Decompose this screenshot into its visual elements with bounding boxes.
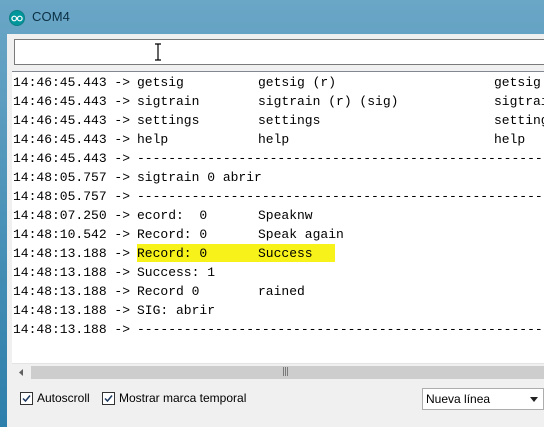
serial-output[interactable]: 14:46:45.443 -> getsig getsig (r) getsig 14:… — [12, 71, 544, 380]
scroll-left-icon[interactable] — [16, 367, 27, 378]
log-timestamp: 14:48:05.757 -> — [13, 170, 131, 185]
line-ending-select[interactable]: Nueva línea — [422, 388, 544, 410]
scrollbar-thumb[interactable]: ||| — [31, 366, 544, 379]
log-text: help — [137, 132, 169, 147]
log-text: settings — [258, 113, 321, 128]
log-text: Record 0 — [137, 284, 200, 299]
log-text: Speaknw — [258, 208, 313, 223]
log-timestamp: 14:48:10.542 -> — [13, 227, 131, 242]
timestamp-checkbox[interactable] — [102, 392, 115, 405]
text-cursor-icon — [155, 43, 161, 61]
log-timestamp: 14:48:13.188 -> — [13, 303, 131, 318]
serial-monitor-window: COM4 14:46:45.443 -> getsig getsig (r) gets… — [0, 0, 544, 427]
title-bar[interactable]: COM4 — [0, 0, 544, 34]
log-timestamp: 14:48:07.250 -> — [13, 208, 131, 223]
log-text: Success — [258, 246, 313, 261]
log-text: getsig (r) — [258, 75, 337, 90]
log-timestamp: 14:46:45.443 -> — [13, 132, 131, 147]
log-timestamp: 14:46:45.443 -> — [13, 113, 131, 128]
window-title: COM4 — [32, 9, 70, 24]
log-timestamp: 14:48:13.188 -> — [13, 284, 131, 299]
log-text: getsig — [494, 75, 541, 90]
log-text: SIG: abrir — [137, 303, 216, 318]
chevron-down-icon — [530, 397, 538, 402]
log-timestamp: 14:48:13.188 -> — [13, 322, 131, 337]
log-timestamp: 14:48:05.757 -> — [13, 189, 131, 204]
log-text: sigtrain — [494, 94, 544, 109]
log-text: settings — [137, 113, 200, 128]
monitor-body: 14:46:45.443 -> getsig getsig (r) getsig 14:… — [7, 34, 544, 427]
log-timestamp: 14:48:13.188 -> — [13, 265, 131, 280]
log-text: help — [258, 132, 290, 147]
scrollbar-grip-icon: ||| — [282, 367, 289, 377]
log-text: Record: 0 — [137, 246, 208, 261]
log-timestamp: 14:46:45.443 -> — [13, 151, 131, 166]
autoscroll-label[interactable]: Autoscroll — [37, 391, 90, 405]
log-text: Success: 1 — [137, 265, 216, 280]
arduino-logo-icon — [9, 10, 25, 26]
log-text: settings — [494, 113, 544, 128]
log-text: sigtrain 0 abrir — [137, 170, 262, 185]
log-text: rained — [258, 284, 305, 299]
log-timestamp: 14:46:45.443 -> — [13, 94, 131, 109]
checkmark-icon — [104, 395, 113, 403]
log-text: getsig — [137, 75, 184, 90]
send-input[interactable] — [14, 39, 544, 65]
log-text: help — [494, 132, 526, 147]
log-text: ----------------------------------------… — [137, 151, 544, 166]
log-timestamp: 14:48:13.188 -> — [13, 246, 131, 261]
log-timestamp: 14:46:45.443 -> — [13, 75, 131, 90]
log-text: sigtrain (r) (sig) — [258, 94, 399, 109]
log-text: ecord: 0 — [137, 208, 208, 223]
checkmark-icon — [22, 395, 31, 403]
log-text: Speak again — [258, 227, 344, 242]
timestamp-label[interactable]: Mostrar marca temporal — [119, 391, 246, 405]
log-text: Record: 0 — [137, 227, 208, 242]
autoscroll-checkbox[interactable] — [20, 392, 33, 405]
horizontal-scrollbar[interactable]: ||| — [12, 363, 544, 381]
line-ending-value: Nueva línea — [426, 392, 491, 406]
log-text: ----------------------------------------… — [137, 189, 544, 204]
log-text: sigtrain — [137, 94, 200, 109]
log-text: ----------------------------------------… — [137, 322, 544, 337]
status-bar: Autoscroll Mostrar marca temporal Nueva … — [7, 383, 544, 427]
